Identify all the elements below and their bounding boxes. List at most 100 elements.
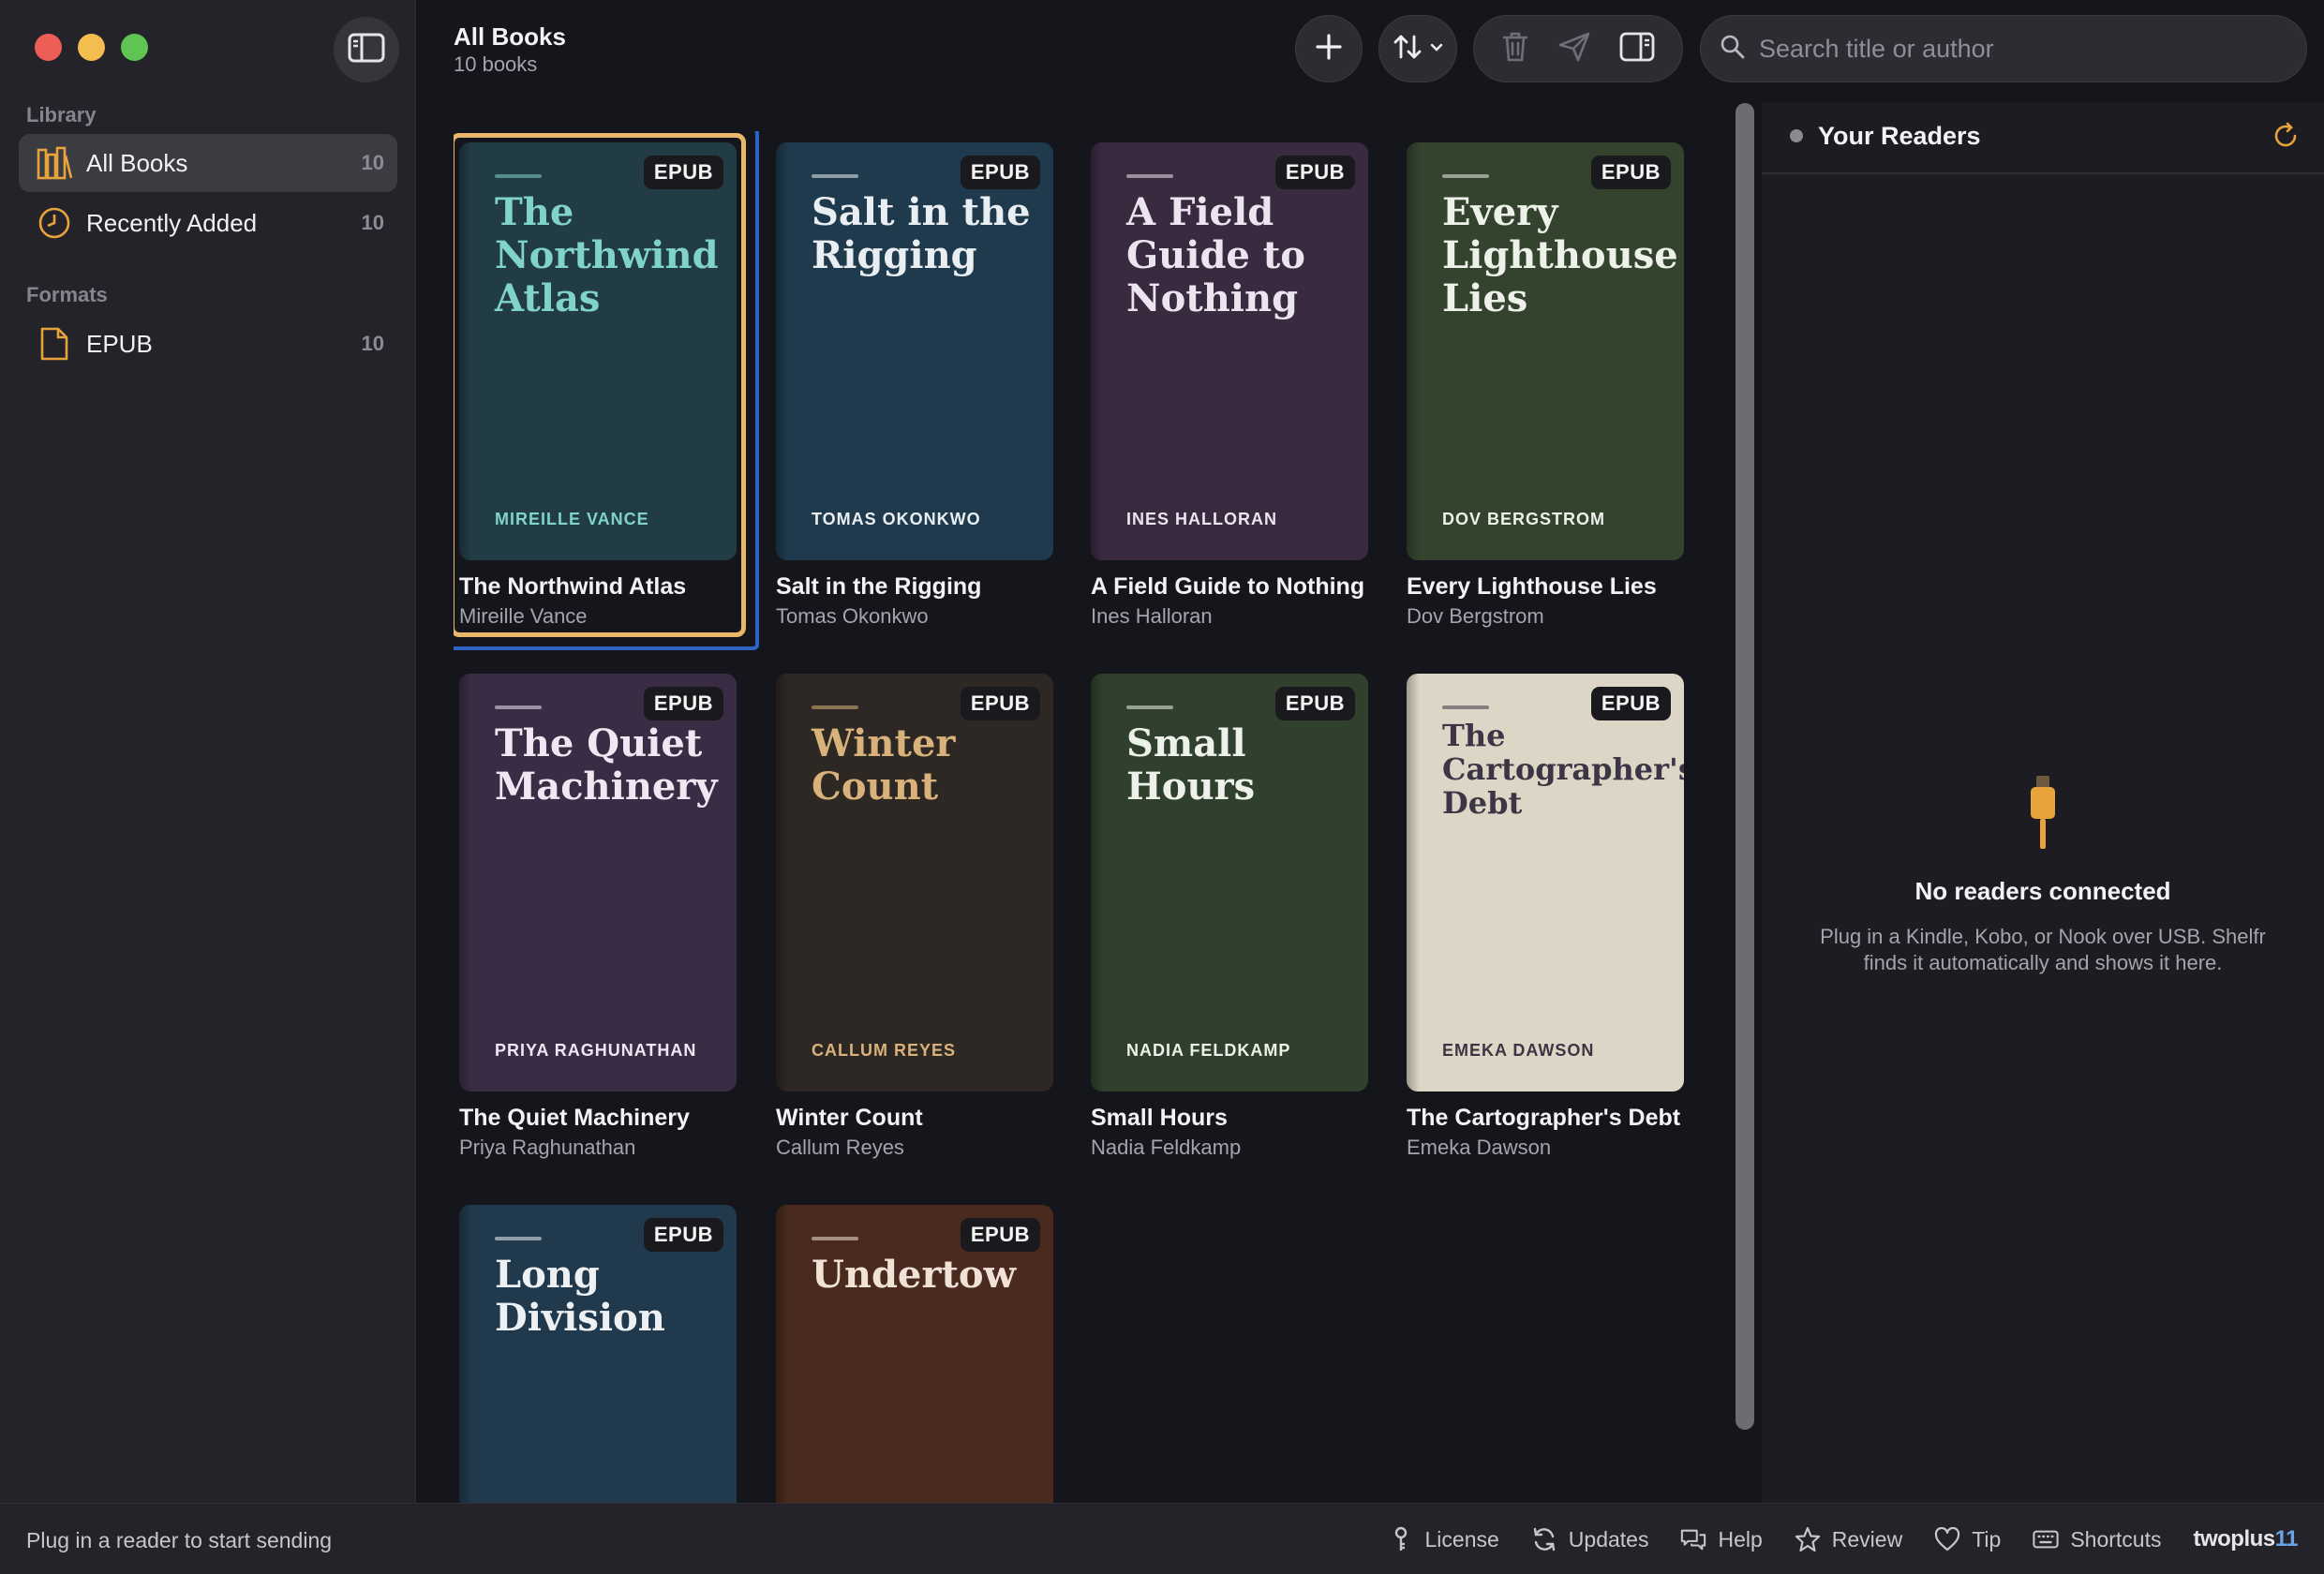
cover-author: INES HALLORAN <box>1126 510 1277 528</box>
sort-arrows-icon <box>1393 33 1423 66</box>
book-cover[interactable]: Winter Count CALLUM REYES EPUB <box>776 674 1053 1091</box>
page-title: All Books <box>454 22 566 51</box>
format-badge: EPUB <box>960 687 1040 720</box>
send-icon[interactable] <box>1557 31 1591 67</box>
keyboard-icon <box>2033 1526 2059 1552</box>
book-cover[interactable]: Every Lighthouse Lies DOV BERGSTROM EPUB <box>1407 142 1684 560</box>
book-cover[interactable]: The Cartographer's Debt EMEKA DAWSON EPU… <box>1407 674 1684 1091</box>
close-window-button[interactable] <box>35 34 62 61</box>
book-cover[interactable]: A Field Guide to Nothing INES HALLORAN E… <box>1091 142 1368 560</box>
library-section-label: Library <box>26 103 97 126</box>
search-input[interactable] <box>1759 34 2284 64</box>
refresh-readers-button[interactable] <box>2270 122 2302 154</box>
usb-plug-icon <box>2026 774 2060 851</box>
cover-title: Salt in the Rigging <box>812 190 1031 277</box>
sidebar-item-epub[interactable]: EPUB 10 <box>19 315 397 373</box>
book-title: Every Lighthouse Lies <box>1407 573 1657 600</box>
formats-section-label: Formats <box>26 283 108 306</box>
cover-rule <box>1126 174 1173 178</box>
book-card[interactable]: Winter Count CALLUM REYES EPUB Winter Co… <box>776 674 1063 1160</box>
book-cover[interactable]: Undertow EPUB <box>776 1205 1053 1503</box>
format-badge: EPUB <box>1590 687 1671 720</box>
format-badge: EPUB <box>1274 156 1355 189</box>
updates-link[interactable]: Updates <box>1531 1526 1649 1552</box>
license-link[interactable]: License <box>1388 1526 1499 1552</box>
book-card[interactable]: Small Hours NADIA FELDKAMP EPUB Small Ho… <box>1091 674 1378 1160</box>
add-book-button[interactable] <box>1295 15 1363 82</box>
cover-title: Long Division <box>495 1253 665 1340</box>
cover-rule <box>495 174 542 178</box>
cover-rule <box>1442 705 1489 709</box>
sidebar-item-recently-added[interactable]: Recently Added 10 <box>19 194 397 252</box>
inspector-panel-icon[interactable] <box>1619 32 1655 67</box>
book-cover[interactable]: The Quiet Machinery PRIYA RAGHUNATHAN EP… <box>459 674 737 1091</box>
book-card[interactable]: Salt in the Rigging TOMAS OKONKWO EPUB S… <box>776 142 1063 629</box>
book-author: Priya Raghunathan <box>459 1136 636 1159</box>
chat-bubbles-icon <box>1680 1526 1706 1552</box>
book-card[interactable]: The Northwind Atlas MIREILLE VANCE EPUB … <box>454 131 759 650</box>
sidebar-icon <box>348 33 385 67</box>
footer-label: Shortcuts <box>2070 1526 2162 1552</box>
refresh-icon <box>1531 1526 1557 1552</box>
cover-author: PRIYA RAGHUNATHAN <box>495 1041 697 1060</box>
review-link[interactable]: Review <box>1795 1526 1902 1552</box>
book-card[interactable]: A Field Guide to Nothing INES HALLORAN E… <box>1091 142 1378 629</box>
format-badge: EPUB <box>1274 687 1355 720</box>
book-author: Ines Halloran <box>1091 604 1213 628</box>
book-title: Salt in the Rigging <box>776 573 982 600</box>
footer-links: License Updates Help Review Tip Shortcut… <box>1388 1522 2299 1556</box>
book-actions-group <box>1473 15 1683 82</box>
cover-title: Every Lighthouse Lies <box>1442 190 1678 320</box>
cover-author: EMEKA DAWSON <box>1442 1041 1595 1060</box>
trash-icon[interactable] <box>1501 31 1529 67</box>
book-cover[interactable]: Salt in the Rigging TOMAS OKONKWO EPUB <box>776 142 1053 560</box>
book-title: The Cartographer's Debt <box>1407 1105 1681 1131</box>
tip-link[interactable]: Tip <box>1934 1526 2001 1552</box>
sort-button[interactable] <box>1378 15 1457 82</box>
book-cover[interactable]: The Northwind Atlas MIREILLE VANCE EPUB <box>459 142 737 560</box>
shortcuts-link[interactable]: Shortcuts <box>2033 1526 2161 1552</box>
cover-author: CALLUM REYES <box>812 1041 957 1060</box>
brand-text: twoplus <box>2193 1526 2275 1552</box>
book-author: Nadia Feldkamp <box>1091 1136 1242 1159</box>
format-badge: EPUB <box>960 156 1040 189</box>
plus-icon <box>1315 33 1343 66</box>
chevron-down-icon <box>1430 40 1443 57</box>
search-box[interactable] <box>1700 15 2307 82</box>
zoom-window-button[interactable] <box>121 34 148 61</box>
search-icon <box>1720 34 1746 65</box>
footer-label: Help <box>1718 1526 1763 1552</box>
book-card[interactable]: Long Division EPUB <box>459 1205 746 1503</box>
status-bar: Plug in a reader to start sending Licens… <box>0 1503 2324 1574</box>
book-cover[interactable]: Small Hours NADIA FELDKAMP EPUB <box>1091 674 1368 1091</box>
book-card[interactable]: Every Lighthouse Lies DOV BERGSTROM EPUB… <box>1407 142 1693 629</box>
clock-icon <box>36 204 73 242</box>
footer-label: Updates <box>1568 1526 1649 1552</box>
grid-scrollbar[interactable] <box>1736 103 1754 1430</box>
book-author: Dov Bergstrom <box>1407 604 1544 628</box>
toggle-sidebar-button[interactable] <box>334 17 399 82</box>
cover-rule <box>1442 174 1489 178</box>
book-card[interactable]: The Cartographer's Debt EMEKA DAWSON EPU… <box>1407 674 1693 1160</box>
help-link[interactable]: Help <box>1680 1526 1763 1552</box>
readers-panel: Your Readers No readers connected Plug i… <box>1762 103 2324 1503</box>
minimize-window-button[interactable] <box>78 34 105 61</box>
empty-state-description: Plug in a Kindle, Kobo, or Nook over USB… <box>1820 925 2266 974</box>
book-card[interactable]: Undertow EPUB <box>776 1205 1063 1503</box>
book-author: Mireille Vance <box>459 604 588 628</box>
footer-label: License <box>1424 1526 1499 1552</box>
book-title: Winter Count <box>776 1105 923 1131</box>
format-badge: EPUB <box>1590 156 1671 189</box>
cover-title: Undertow <box>812 1253 1017 1297</box>
book-card[interactable]: The Quiet Machinery PRIYA RAGHUNATHAN EP… <box>459 674 746 1160</box>
readers-panel-title: Your Readers <box>1818 122 1981 150</box>
sidebar-item-all-books[interactable]: All Books 10 <box>19 134 397 192</box>
sidebar-item-count: 10 <box>361 211 384 234</box>
book-cover[interactable]: Long Division EPUB <box>459 1205 737 1503</box>
book-title: Small Hours <box>1091 1105 1228 1131</box>
cover-title: A Field Guide to Nothing <box>1126 190 1305 320</box>
brand-accent-text: 11 <box>2274 1526 2299 1552</box>
book-author: Emeka Dawson <box>1407 1136 1552 1159</box>
format-badge: EPUB <box>643 687 723 720</box>
footer-label: Review <box>1831 1526 1903 1552</box>
